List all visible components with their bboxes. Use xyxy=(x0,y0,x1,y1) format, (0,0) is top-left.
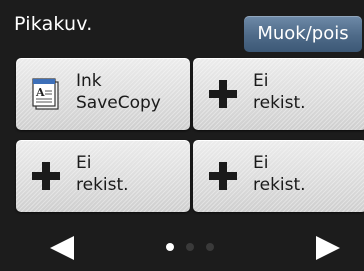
document-icon: A xyxy=(32,78,59,110)
tile-label-line1: Ink xyxy=(76,71,102,91)
tile-label-line2: SaveCopy xyxy=(76,93,161,113)
tile-label: Ei rekist. xyxy=(253,152,363,196)
tile-label-line2: rekist. xyxy=(253,175,306,195)
right-arrow-icon[interactable] xyxy=(306,233,346,263)
svg-text:A: A xyxy=(35,86,45,99)
shortcut-tile-unregistered[interactable]: Ei rekist. xyxy=(16,140,190,212)
page-dot-active xyxy=(166,243,174,251)
tile-label-line2: rekist. xyxy=(76,175,129,195)
tile-label-line1: Ei xyxy=(253,153,269,173)
pager-nav xyxy=(0,226,364,271)
tile-label-line1: Ei xyxy=(76,153,92,173)
page-dot xyxy=(186,243,194,251)
shortcuts-screen: Pikakuv. Muok/pois A Ink SaveCopy Ei rek… xyxy=(0,0,364,271)
tile-label-line1: Ei xyxy=(253,71,269,91)
page-dot xyxy=(206,243,214,251)
tile-label: Ei rekist. xyxy=(253,70,363,114)
tile-label: Ink SaveCopy xyxy=(76,70,186,114)
page-indicator xyxy=(162,240,222,254)
page-title: Pikakuv. xyxy=(14,13,93,35)
plus-icon xyxy=(209,80,237,108)
tile-label-line2: rekist. xyxy=(253,93,306,113)
shortcut-tile-unregistered[interactable]: Ei rekist. xyxy=(193,58,364,130)
edit-delete-button[interactable]: Muok/pois xyxy=(244,16,362,52)
plus-icon xyxy=(32,162,60,190)
shortcut-tile-unregistered[interactable]: Ei rekist. xyxy=(193,140,364,212)
left-arrow-icon[interactable] xyxy=(44,233,84,263)
shortcut-tile-ink-savecopy[interactable]: A Ink SaveCopy xyxy=(16,58,190,130)
tile-label: Ei rekist. xyxy=(76,152,186,196)
header: Pikakuv. Muok/pois xyxy=(0,0,364,52)
plus-icon xyxy=(209,162,237,190)
